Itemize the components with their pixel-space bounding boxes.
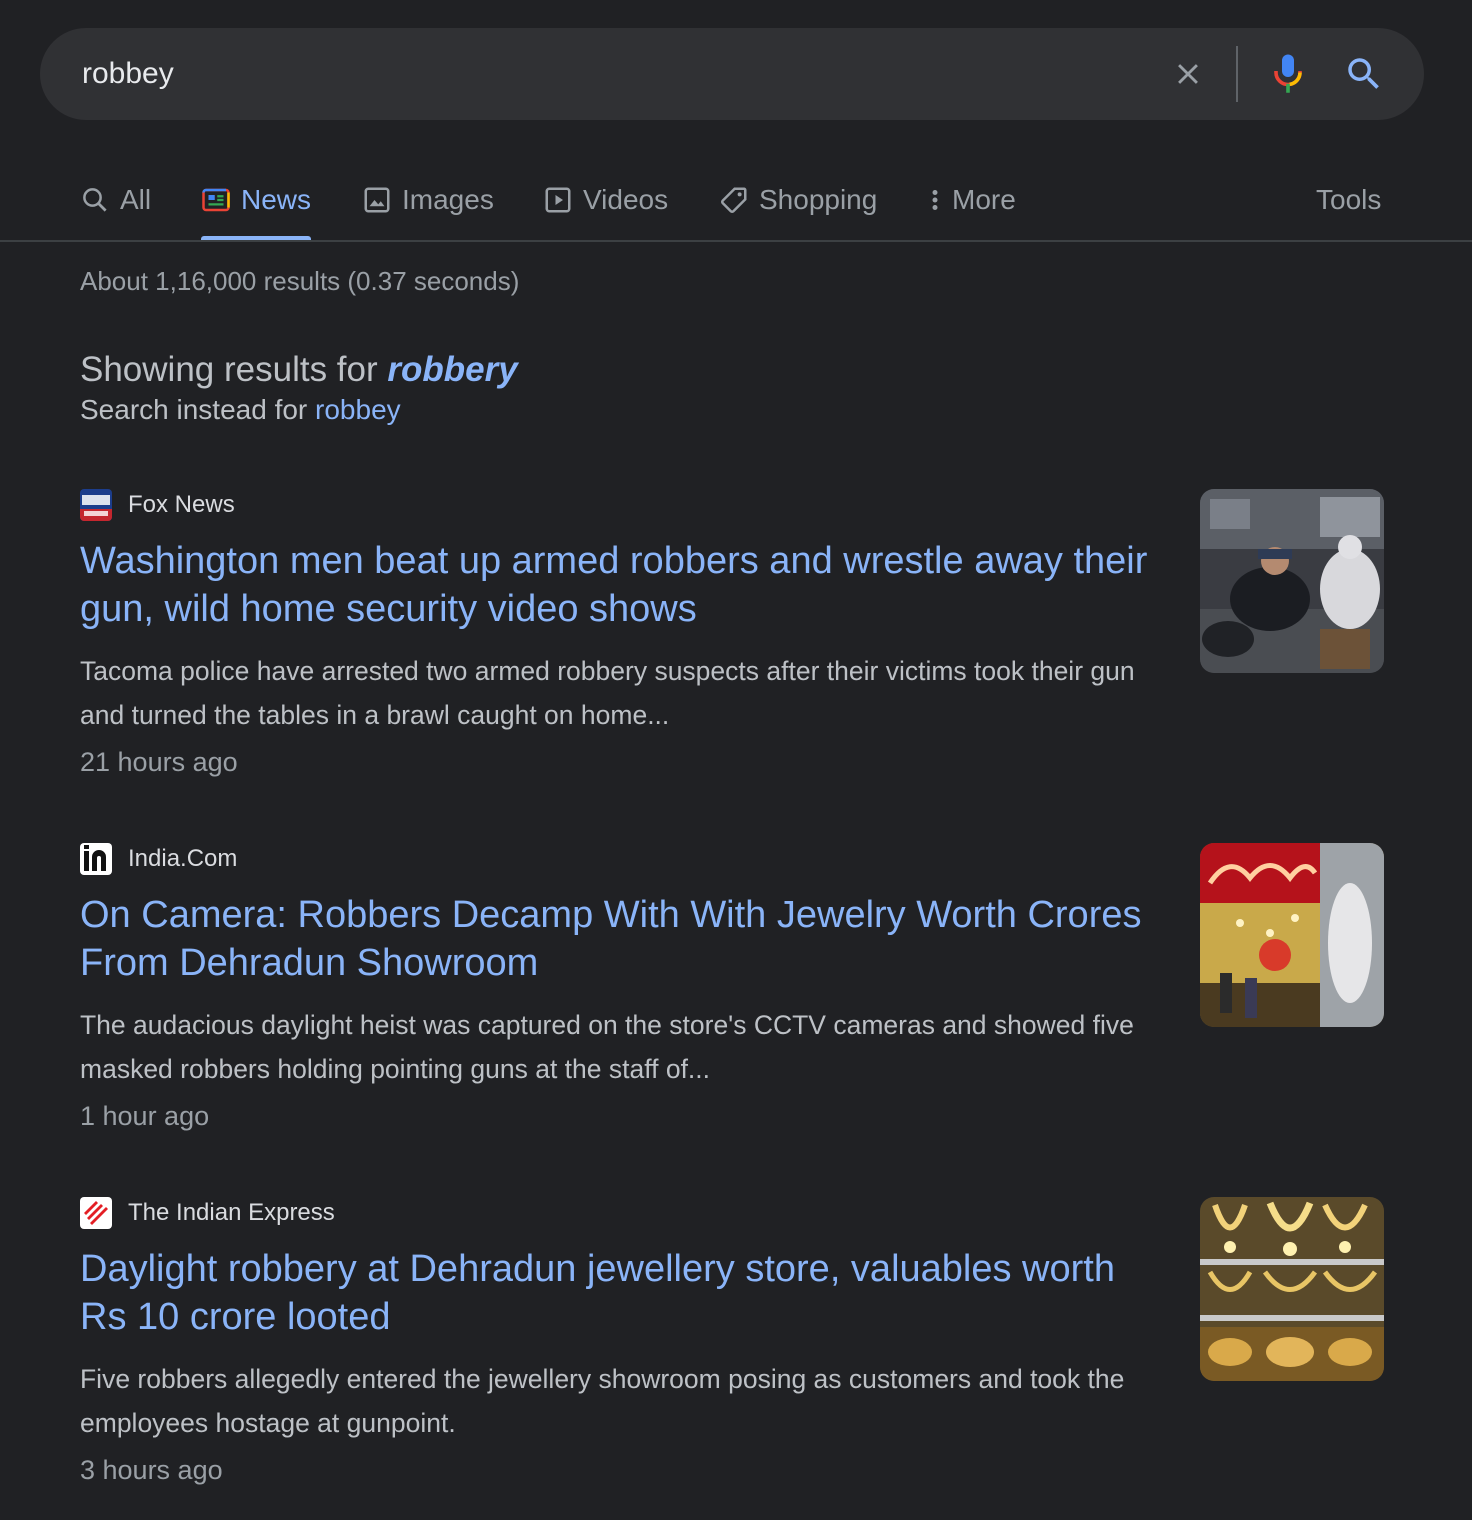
result-snippet: The audacious daylight heist was capture… xyxy=(80,1010,1134,1084)
tab-label: Videos xyxy=(583,184,669,215)
tab-news[interactable]: News xyxy=(201,160,312,240)
search-icon xyxy=(1348,58,1379,89)
more-vertical-icon xyxy=(924,185,946,215)
tools-label: Tools xyxy=(1316,184,1382,215)
search-bar xyxy=(40,28,1424,120)
result-thumbnail[interactable] xyxy=(1200,843,1384,1027)
result-snippet: Tacoma police have arrested two armed ro… xyxy=(80,656,1135,730)
result-snippet: Five robbers allegedly entered the jewel… xyxy=(80,1364,1125,1438)
tab-label: Shopping xyxy=(759,184,878,215)
tab-more[interactable]: More xyxy=(924,160,1016,240)
search-tabs: All News Images Videos Shopping More Too… xyxy=(0,160,1472,242)
search-icon xyxy=(80,185,110,215)
image-icon xyxy=(362,185,392,215)
result-thumbnail[interactable] xyxy=(1200,489,1384,673)
news-icon xyxy=(201,185,231,215)
tab-label: Images xyxy=(402,184,494,215)
news-result: Fox News Washington men beat up armed ro… xyxy=(80,489,1384,809)
result-title-link[interactable]: Daylight robbery at Dehradun jewellery s… xyxy=(80,1245,1150,1341)
original-query-link[interactable]: robbey xyxy=(315,394,401,425)
close-icon xyxy=(1178,64,1198,84)
voice-search-button[interactable] xyxy=(1264,50,1312,98)
search-instead-prefix: Search instead for xyxy=(80,394,316,425)
result-time: 21 hours ago xyxy=(80,747,238,777)
result-source[interactable]: The Indian Express xyxy=(80,1197,335,1229)
showing-results-prefix: Showing results for xyxy=(80,350,388,389)
news-result: The Indian Express Daylight robbery at D… xyxy=(80,1197,1384,1517)
search-input[interactable] xyxy=(82,28,1142,120)
showing-results-line: Showing results for robbery xyxy=(80,350,518,390)
tab-label: News xyxy=(241,184,312,215)
search-instead-line: Search instead for robbey xyxy=(80,394,518,426)
tab-videos[interactable]: Videos xyxy=(543,160,668,240)
india-com-favicon-icon xyxy=(80,843,112,875)
microphone-icon xyxy=(1274,54,1302,93)
result-title-link[interactable]: Washington men beat up armed robbers and… xyxy=(80,537,1150,633)
tab-images[interactable]: Images xyxy=(362,160,494,240)
tab-label: More xyxy=(952,184,1016,215)
result-title-link[interactable]: On Camera: Robbers Decamp With With Jewe… xyxy=(80,891,1150,987)
news-result: India.Com On Camera: Robbers Decamp With… xyxy=(80,843,1384,1163)
video-play-icon xyxy=(543,185,573,215)
spelling-correction: Showing results for robbery Search inste… xyxy=(80,350,518,426)
search-bar-divider xyxy=(1236,46,1238,102)
tab-shopping[interactable]: Shopping xyxy=(719,160,877,240)
tab-all[interactable]: All xyxy=(80,160,151,240)
clear-search-button[interactable] xyxy=(1166,52,1210,96)
tab-label: All xyxy=(120,184,152,215)
result-source[interactable]: Fox News xyxy=(80,489,235,521)
result-source[interactable]: India.Com xyxy=(80,843,237,875)
fox-news-favicon-icon xyxy=(80,489,112,521)
tag-icon xyxy=(719,185,749,215)
source-name: The Indian Express xyxy=(128,1199,335,1226)
search-submit-button[interactable] xyxy=(1340,50,1388,98)
tools-button[interactable]: Tools xyxy=(1316,160,1381,240)
result-thumbnail[interactable] xyxy=(1200,1197,1384,1381)
result-time: 3 hours ago xyxy=(80,1455,223,1485)
source-name: India.Com xyxy=(128,845,238,872)
result-stats: About 1,16,000 results (0.37 seconds) xyxy=(80,266,520,296)
source-name: Fox News xyxy=(128,491,235,518)
corrected-query-link[interactable]: robbery xyxy=(387,350,517,389)
indian-express-favicon-icon xyxy=(80,1197,112,1229)
result-time: 1 hour ago xyxy=(80,1101,210,1131)
